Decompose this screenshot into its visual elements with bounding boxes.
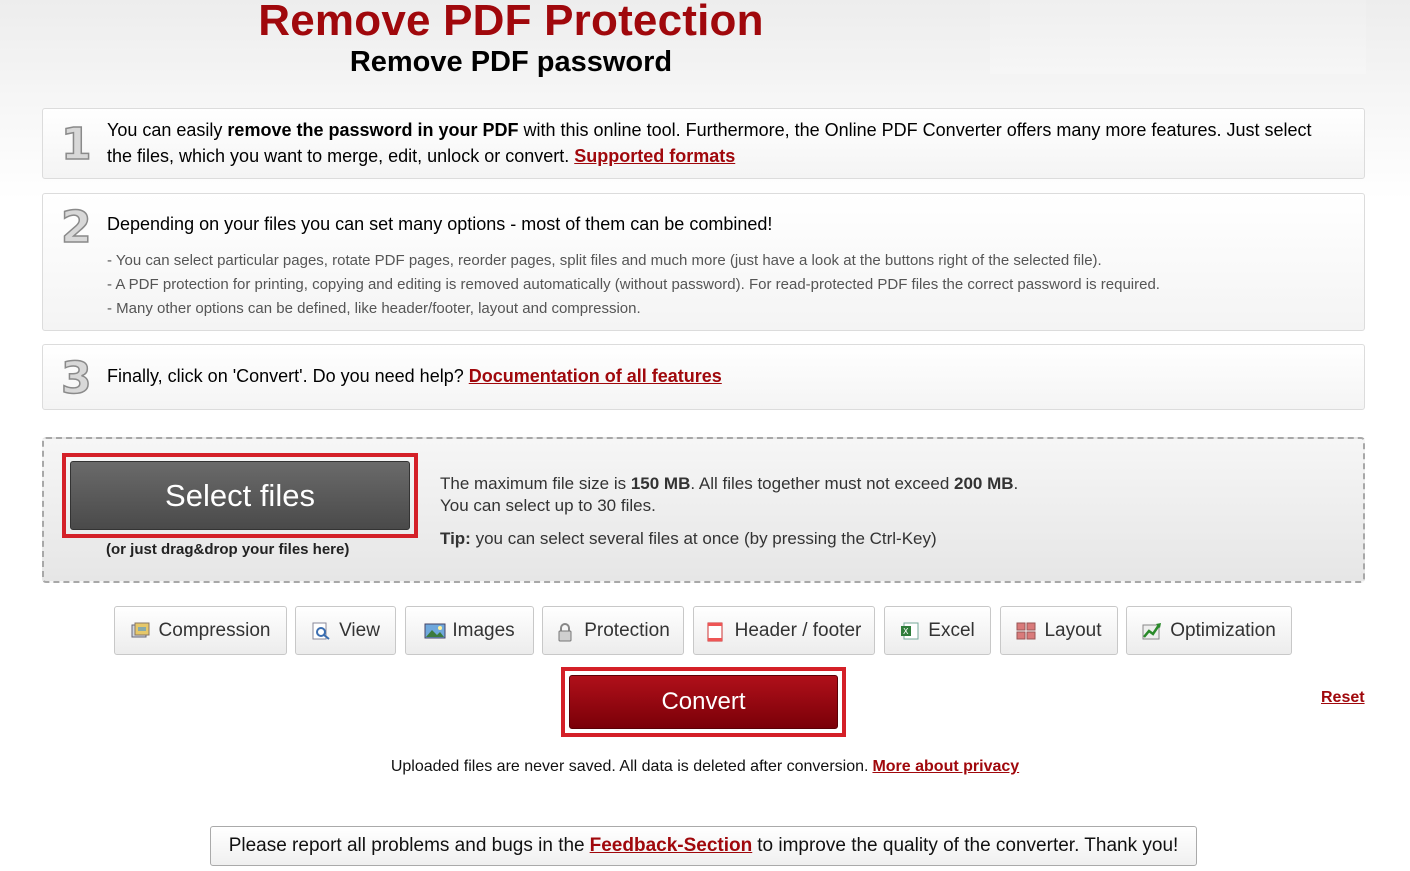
limit-text-middle: . All files together must not exceed <box>690 474 955 493</box>
layout-button[interactable]: Layout <box>1000 606 1118 655</box>
step-3-text-intro: Finally, click on 'Convert'. Do you need… <box>107 366 469 386</box>
privacy-link[interactable]: More about privacy <box>872 758 1019 775</box>
protection-icon <box>556 622 576 641</box>
step-1-text-bold: remove the password in your PDF <box>227 120 519 140</box>
step-2-option-list: - You can select particular pages, rotat… <box>107 249 1344 321</box>
optimization-label: Optimization <box>1170 619 1276 641</box>
layout-label: Layout <box>1044 619 1102 641</box>
page-subtitle: Remove PDF password <box>349 46 673 78</box>
compression-button[interactable]: Compression <box>114 606 287 655</box>
view-label: View <box>339 619 380 641</box>
convert-highlight: Convert <box>561 667 846 737</box>
select-files-button[interactable]: Select files <box>70 461 410 530</box>
ad-placeholder <box>990 0 1366 74</box>
view-button[interactable]: View <box>295 606 396 655</box>
excel-button[interactable]: X Excel <box>884 606 991 655</box>
protection-button[interactable]: Protection <box>542 606 684 655</box>
svg-text:X: X <box>903 627 909 636</box>
drag-drop-hint: (or just drag&drop your files here) <box>106 541 350 558</box>
documentation-link[interactable]: Documentation of all features <box>469 366 722 386</box>
limit-text: The maximum file size is <box>440 474 631 493</box>
protection-label: Protection <box>584 619 670 641</box>
limit-size: 150 MB <box>630 474 691 493</box>
view-icon <box>311 622 331 640</box>
feedback-section-link[interactable]: Feedback-Section <box>590 835 753 857</box>
limit-total: 200 MB <box>954 474 1014 493</box>
step-1-panel: 1 You can easily remove the password in … <box>42 108 1365 179</box>
excel-label: Excel <box>928 619 975 641</box>
select-files-highlight: Select files <box>62 453 418 538</box>
reset-link[interactable]: Reset <box>1321 689 1365 707</box>
header-footer-label: Header / footer <box>734 619 862 641</box>
tip-label: Tip: <box>440 529 471 548</box>
compression-label: Compression <box>158 619 271 641</box>
supported-formats-link[interactable]: Supported formats <box>574 146 735 166</box>
step-2-text: Depending on your files you can set many… <box>107 214 773 234</box>
feedback-text-after: to improve the quality of the converter.… <box>757 835 1179 856</box>
privacy-notice: Uploaded files are never saved. All data… <box>0 758 1410 776</box>
options-toolbar: Compression View Images Protection Heade… <box>0 606 1410 655</box>
images-icon <box>424 622 446 640</box>
header-footer-button[interactable]: Header / footer <box>693 606 875 655</box>
file-drop-zone[interactable]: Select files (or just drag&drop your fil… <box>42 437 1365 583</box>
step-3-panel: 3 Finally, click on 'Convert'. Do you ne… <box>42 344 1365 410</box>
page-title: Remove PDF Protection <box>258 0 764 45</box>
images-button[interactable]: Images <box>405 606 534 655</box>
compression-icon <box>131 622 151 640</box>
convert-button[interactable]: Convert <box>569 675 838 729</box>
file-limits-info: The maximum file size is 150 MB. All fil… <box>440 473 1018 517</box>
images-label: Images <box>452 619 515 641</box>
layout-icon <box>1016 622 1036 640</box>
step-number-2: 2 <box>60 201 92 254</box>
step-1-text-intro: You can easily <box>107 120 228 140</box>
step-1-text: You can easily remove the password in yo… <box>107 117 1334 169</box>
list-item: - A PDF protection for printing, copying… <box>107 276 1160 293</box>
step-number-3: 3 <box>60 352 92 405</box>
optimization-icon <box>1142 622 1162 640</box>
list-item: - Many other options can be defined, lik… <box>107 300 641 317</box>
tip-body: you can select several files at once (by… <box>470 529 937 548</box>
step-2-panel: 2 Depending on your files you can set ma… <box>42 193 1365 331</box>
limit-text-end: . <box>1013 474 1019 493</box>
privacy-text: Uploaded files are never saved. All data… <box>390 758 869 775</box>
tip-text: Tip: you can select several files at onc… <box>440 529 937 549</box>
step-3-text: Finally, click on 'Convert'. Do you need… <box>107 363 1334 389</box>
file-count-limit: You can select up to 30 files. <box>440 496 656 515</box>
feedback-banner: Please report all problems and bugs in t… <box>210 826 1197 866</box>
list-item: - You can select particular pages, rotat… <box>107 252 1102 269</box>
excel-icon: X <box>900 622 920 640</box>
step-number-1: 1 <box>60 118 92 171</box>
optimization-button[interactable]: Optimization <box>1126 606 1292 655</box>
header-footer-icon <box>707 622 727 641</box>
feedback-text-before: Please report all problems and bugs in t… <box>228 835 585 856</box>
